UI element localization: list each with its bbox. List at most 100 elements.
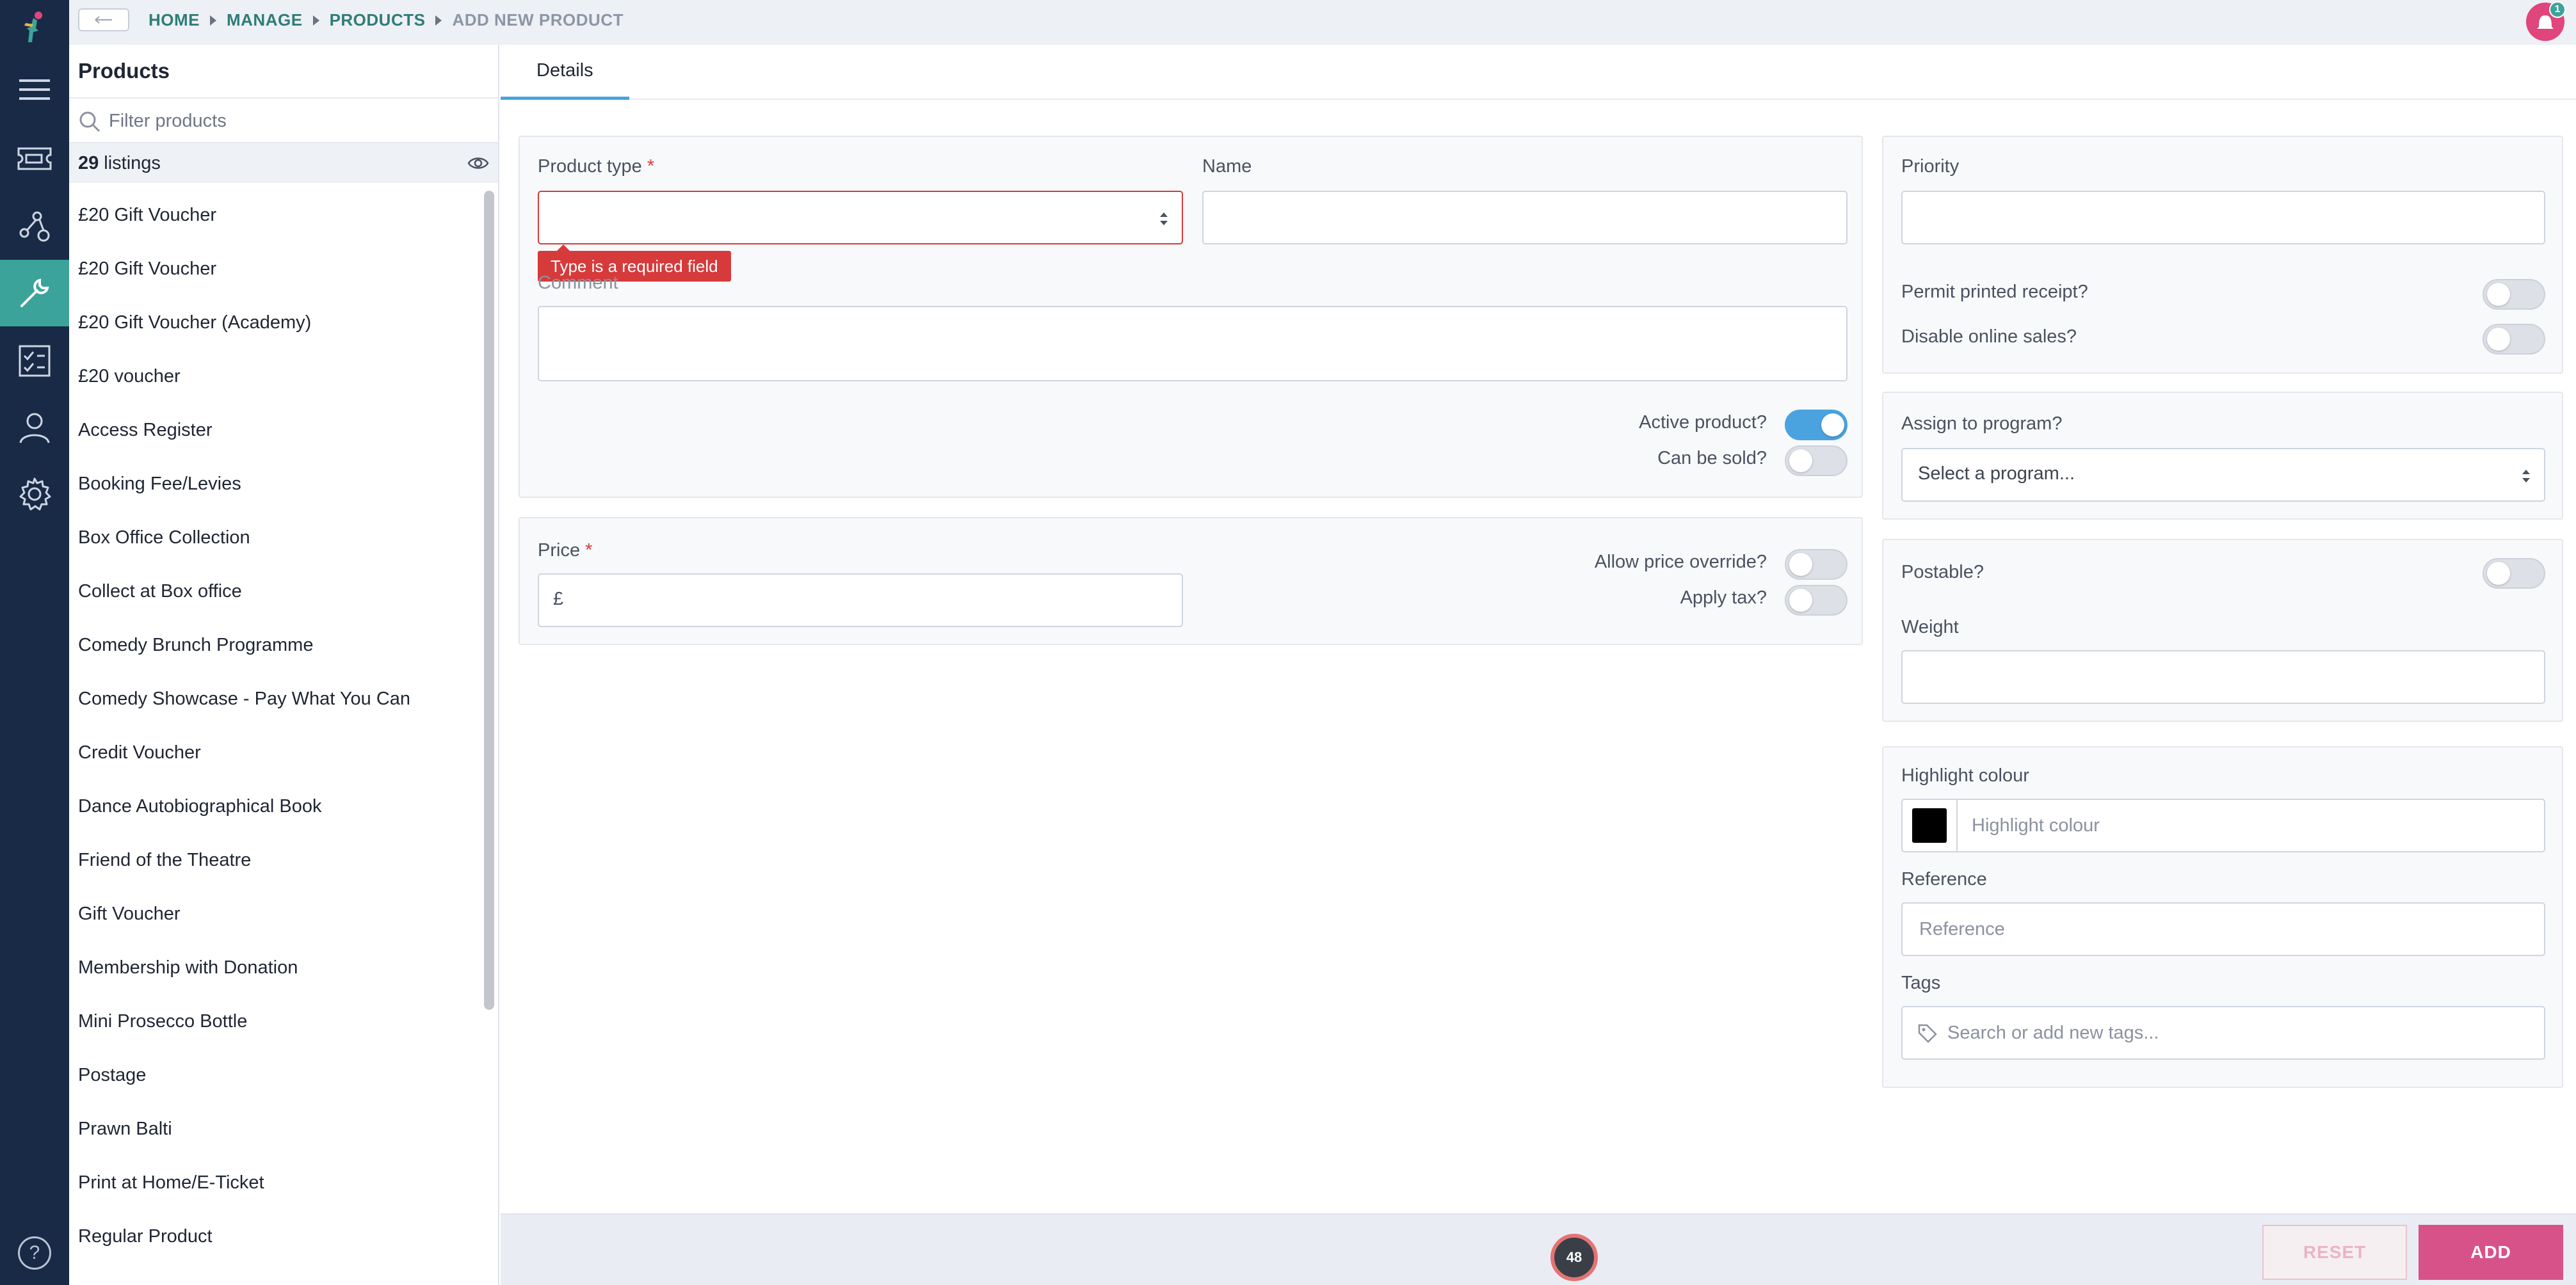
product-type-label-text: Product type bbox=[538, 156, 642, 177]
list-item[interactable]: £20 Gift Voucher (Academy) bbox=[69, 296, 479, 349]
user-icon[interactable] bbox=[0, 394, 69, 461]
breadcrumb-separator-icon bbox=[435, 15, 442, 26]
tags-field[interactable] bbox=[1901, 1006, 2545, 1060]
list-item[interactable]: Regular Product bbox=[69, 1209, 479, 1263]
list-item[interactable]: Prawn Balti bbox=[69, 1102, 479, 1156]
comment-field[interactable] bbox=[538, 306, 1847, 381]
tab-bar: Details bbox=[501, 45, 2576, 100]
breadcrumb-separator-icon bbox=[210, 15, 216, 26]
disable-online-sales-label: Disable online sales? bbox=[1901, 326, 2077, 347]
name-input[interactable] bbox=[1203, 192, 1846, 243]
gear-icon[interactable] bbox=[0, 461, 69, 527]
highlight-colour-label: Highlight colour bbox=[1901, 765, 2029, 786]
colour-swatch bbox=[1912, 808, 1947, 843]
list-item[interactable]: Print at Home/E-Ticket bbox=[69, 1156, 479, 1209]
price-card: Price * £ Allow price override? Apply ta… bbox=[519, 517, 1863, 645]
colour-swatch-button[interactable] bbox=[1903, 800, 1958, 851]
permit-printed-receipt-label: Permit printed receipt? bbox=[1901, 282, 2088, 302]
list-item[interactable]: Gift Voucher bbox=[69, 887, 479, 941]
tools-icon[interactable] bbox=[0, 260, 69, 326]
list-item[interactable]: Dance Autobiographical Book bbox=[69, 779, 479, 833]
back-button[interactable] bbox=[78, 8, 129, 31]
nav-rail: ? bbox=[0, 0, 69, 1285]
allow-price-override-toggle[interactable] bbox=[1785, 549, 1847, 580]
brand-logo[interactable] bbox=[19, 9, 50, 45]
highlight-colour-field[interactable] bbox=[1901, 799, 2545, 852]
sidebar-scrollbar[interactable] bbox=[484, 191, 494, 1010]
name-field[interactable] bbox=[1202, 191, 1847, 244]
allow-price-override-label: Allow price override? bbox=[1594, 552, 1767, 572]
active-product-toggle[interactable] bbox=[1785, 410, 1847, 440]
required-mark: * bbox=[585, 540, 593, 561]
reset-button[interactable]: RESET bbox=[2262, 1225, 2407, 1280]
product-form: Product type * Type is a required field … bbox=[501, 100, 2576, 1213]
list-item[interactable]: Comedy Showcase - Pay What You Can bbox=[69, 672, 479, 726]
program-select[interactable]: Select a program... bbox=[1901, 448, 2545, 502]
apply-tax-toggle[interactable] bbox=[1785, 585, 1847, 616]
listing-count-number: 29 bbox=[78, 152, 99, 173]
list-item[interactable]: Box Office Collection bbox=[69, 511, 479, 564]
list-item[interactable]: Collect at Box office bbox=[69, 564, 479, 618]
list-item[interactable]: £20 Gift Voucher bbox=[69, 188, 479, 242]
priority-input[interactable] bbox=[1903, 192, 2544, 243]
checklist-icon[interactable] bbox=[0, 328, 69, 394]
reference-input[interactable] bbox=[1903, 904, 2544, 955]
postable-toggle[interactable] bbox=[2483, 558, 2545, 589]
details-card: Product type * Type is a required field … bbox=[519, 136, 1863, 498]
list-item[interactable]: Credit Voucher bbox=[69, 726, 479, 779]
notification-badge: 1 bbox=[2549, 1, 2566, 18]
extras-card: Highlight colour Reference Tags bbox=[1882, 746, 2563, 1088]
comment-textarea[interactable] bbox=[539, 307, 1846, 380]
price-input[interactable] bbox=[539, 575, 1182, 626]
priority-field[interactable] bbox=[1901, 191, 2545, 244]
program-card: Assign to program? Select a program... bbox=[1882, 392, 2563, 520]
reference-label: Reference bbox=[1901, 869, 1987, 890]
breadcrumb-home[interactable]: HOME bbox=[149, 10, 200, 30]
product-type-label: Product type * bbox=[538, 156, 654, 177]
list-item[interactable]: Mini Prosecco Bottle bbox=[69, 994, 479, 1048]
notifications-button[interactable]: 1 bbox=[2526, 1, 2566, 41]
breadcrumb-products[interactable]: PRODUCTS bbox=[330, 10, 426, 30]
list-item[interactable]: Comedy Brunch Programme bbox=[69, 618, 479, 672]
search-icon bbox=[79, 111, 101, 132]
reference-field[interactable] bbox=[1901, 902, 2545, 956]
weight-input[interactable] bbox=[1903, 651, 2544, 703]
list-item[interactable]: £20 Gift Voucher bbox=[69, 242, 479, 296]
tags-input[interactable] bbox=[1903, 1007, 2544, 1058]
status-indicator[interactable]: 48 bbox=[1550, 1234, 1598, 1281]
help-icon[interactable]: ? bbox=[18, 1236, 51, 1270]
breadcrumb-manage[interactable]: MANAGE bbox=[227, 10, 303, 30]
priority-card: Priority Permit printed receipt? Disable… bbox=[1882, 136, 2563, 374]
filter-bar bbox=[69, 97, 498, 143]
list-item[interactable]: Postage bbox=[69, 1048, 479, 1102]
weight-label: Weight bbox=[1901, 617, 1959, 637]
list-item[interactable]: Access Register bbox=[69, 403, 479, 457]
can-be-sold-toggle[interactable] bbox=[1785, 445, 1847, 476]
top-bar: HOME MANAGE PRODUCTS ADD NEW PRODUCT 1 bbox=[69, 0, 2576, 45]
program-select-value: Select a program... bbox=[1918, 463, 2075, 484]
add-button[interactable]: ADD bbox=[2419, 1225, 2563, 1280]
reports-icon[interactable] bbox=[0, 193, 69, 260]
listing-count-label: listings bbox=[104, 152, 161, 173]
disable-online-sales-toggle[interactable] bbox=[2483, 324, 2545, 355]
highlight-colour-input[interactable] bbox=[1903, 800, 2544, 851]
weight-field[interactable] bbox=[1901, 650, 2545, 704]
assign-to-program-label: Assign to program? bbox=[1901, 413, 2063, 434]
active-product-label: Active product? bbox=[1639, 412, 1767, 433]
menu-icon[interactable] bbox=[0, 56, 69, 123]
list-item[interactable]: £20 voucher bbox=[69, 349, 479, 403]
listing-count: 29 listings bbox=[69, 143, 498, 183]
filter-products-input[interactable] bbox=[109, 108, 480, 134]
list-item[interactable]: Booking Fee/Levies bbox=[69, 457, 479, 511]
sidebar-title: Products bbox=[78, 59, 170, 83]
comment-label: Comment bbox=[538, 273, 618, 293]
permit-printed-receipt-toggle[interactable] bbox=[2483, 279, 2545, 310]
ticket-icon[interactable] bbox=[0, 125, 69, 192]
product-type-select[interactable] bbox=[538, 191, 1183, 244]
list-item[interactable]: Membership with Donation bbox=[69, 941, 479, 994]
eye-icon[interactable] bbox=[467, 154, 489, 173]
list-item[interactable]: Friend of the Theatre bbox=[69, 833, 479, 887]
tab-details[interactable]: Details bbox=[501, 45, 629, 100]
tags-label: Tags bbox=[1901, 973, 1941, 993]
price-field[interactable]: £ bbox=[538, 573, 1183, 627]
